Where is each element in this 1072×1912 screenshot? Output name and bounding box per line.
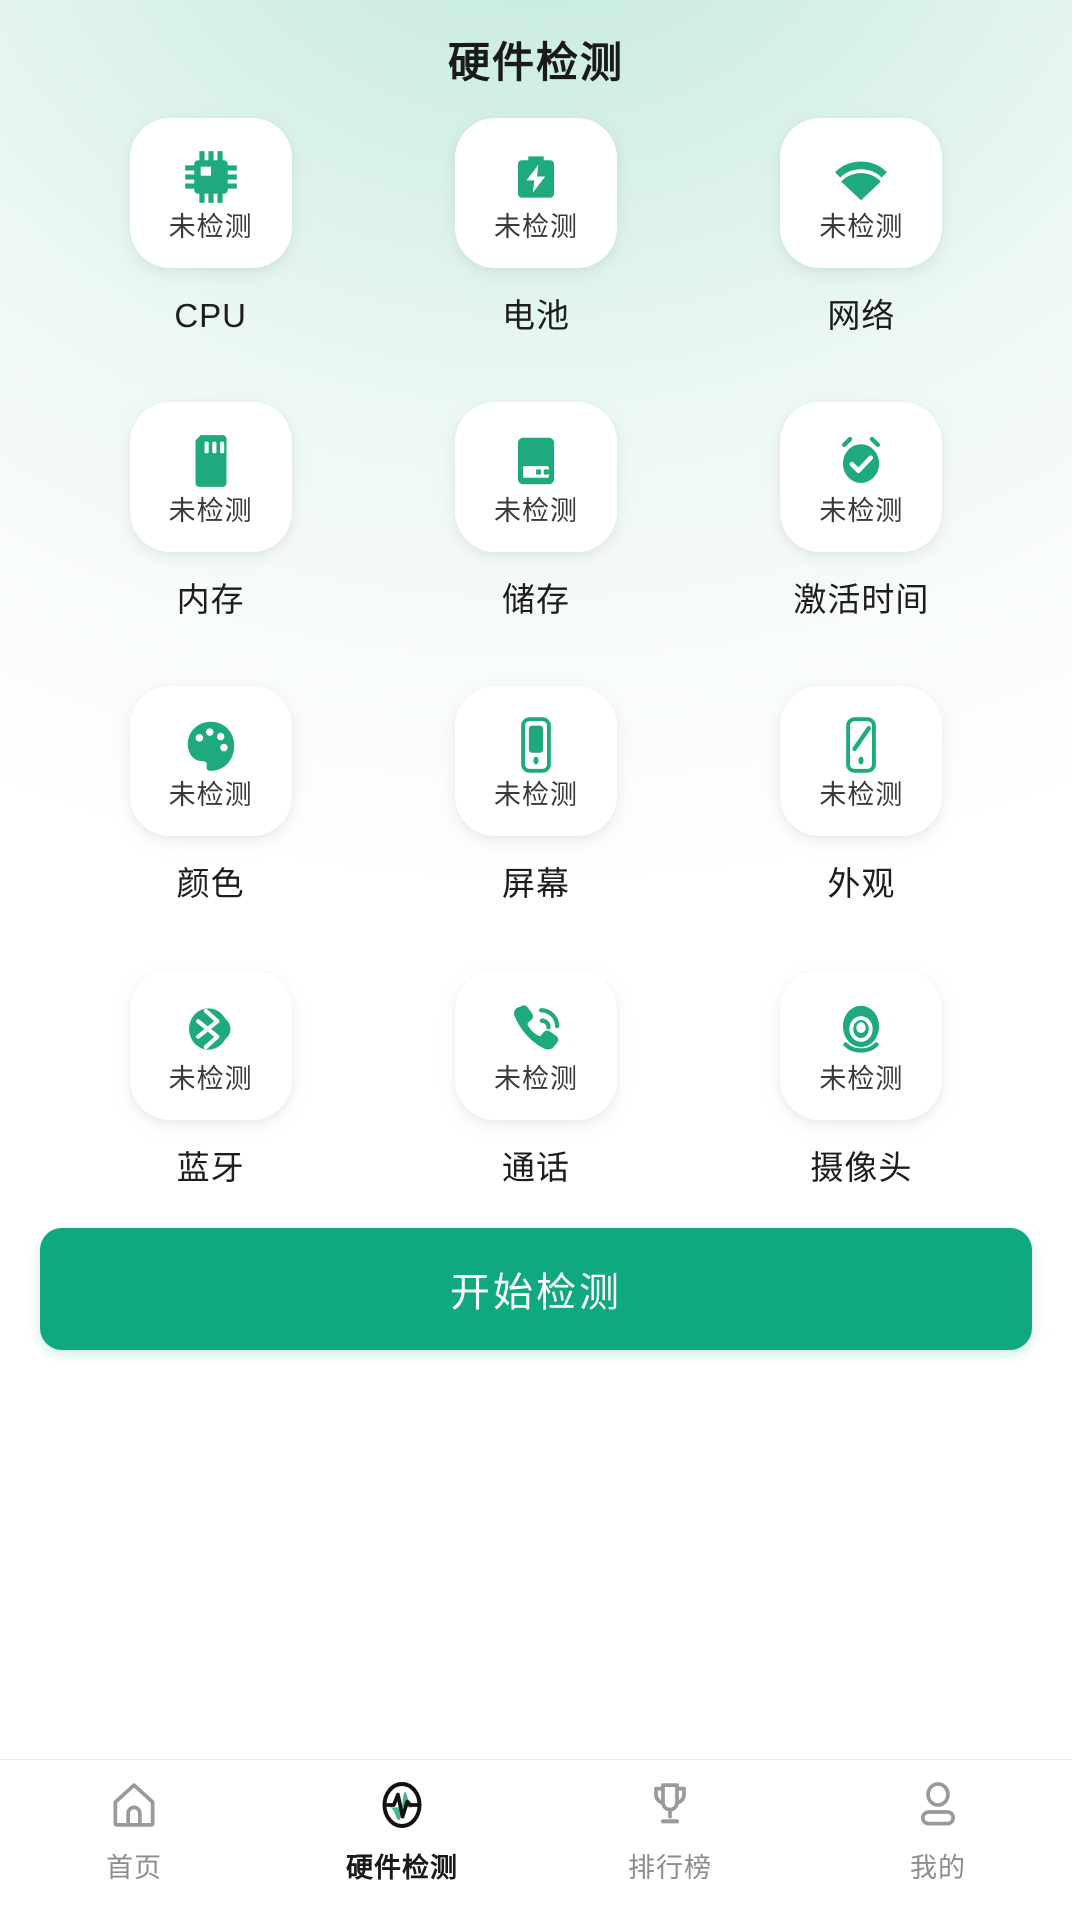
hardware-label: 外观: [827, 865, 896, 902]
alarm-check-icon: [830, 430, 892, 492]
hardware-item-appearance[interactable]: 未检测 外观: [699, 686, 1024, 904]
hardware-status: 未检测: [493, 779, 578, 810]
hardware-card[interactable]: 未检测: [780, 402, 943, 552]
battery-bolt-icon: [505, 146, 567, 208]
hardware-card[interactable]: 未检测: [454, 970, 617, 1120]
hardware-label: 颜色: [176, 865, 245, 902]
hardware-check-grid: 未检测 CPU 未检测 电池 未检测 网络 未检测 内存 未检测 储存 未检测 …: [0, 118, 1072, 1188]
app-screen: 硬件检测 未检测 CPU 未检测 电池 未检测 网络 未检测 内存 未检测 储存…: [0, 0, 1072, 1912]
page-title: 硬件检测: [447, 38, 624, 86]
hardware-item-bluetooth[interactable]: 未检测 蓝牙: [48, 970, 373, 1188]
hardware-label: CPU: [174, 297, 247, 334]
phone-appearance-icon: [830, 714, 892, 776]
hardware-label: 电池: [501, 297, 570, 334]
memory-card-icon: [180, 430, 242, 492]
wifi-icon: [830, 146, 892, 208]
hardware-item-cpu[interactable]: 未检测 CPU: [48, 118, 373, 336]
hardware-card[interactable]: 未检测: [780, 970, 943, 1120]
hardware-status: 未检测: [168, 495, 253, 526]
hardware-label: 储存: [501, 581, 570, 618]
trophy-icon: [639, 1774, 701, 1836]
bluetooth-icon: [180, 998, 242, 1060]
tab-label: 排行榜: [628, 1853, 712, 1883]
hardware-status: 未检测: [493, 1063, 578, 1094]
tab-leaderboard[interactable]: 排行榜: [536, 1774, 804, 1885]
hardware-status: 未检测: [493, 211, 578, 242]
hardware-card[interactable]: 未检测: [454, 118, 617, 268]
hardware-status: 未检测: [819, 495, 904, 526]
tab-home[interactable]: 首页: [0, 1774, 268, 1885]
cpu-chip-icon: [180, 146, 242, 208]
hardware-card[interactable]: 未检测: [129, 686, 292, 836]
hardware-card[interactable]: 未检测: [129, 970, 292, 1120]
tab-label: 我的: [910, 1853, 966, 1883]
hardware-item-battery[interactable]: 未检测 电池: [373, 118, 698, 336]
start-detection-button[interactable]: 开始检测: [40, 1228, 1032, 1350]
hardware-item-color[interactable]: 未检测 颜色: [48, 686, 373, 904]
cta-container: 开始检测: [0, 1188, 1072, 1350]
hardware-label: 网络: [827, 297, 896, 334]
hard-drive-icon: [505, 430, 567, 492]
hardware-card[interactable]: 未检测: [129, 118, 292, 268]
hardware-card[interactable]: 未检测: [129, 402, 292, 552]
hardware-item-call[interactable]: 未检测 通话: [373, 970, 698, 1188]
hardware-item-network[interactable]: 未检测 网络: [699, 118, 1024, 336]
hardware-card[interactable]: 未检测: [454, 686, 617, 836]
tab-label: 首页: [106, 1853, 162, 1883]
hardware-card[interactable]: 未检测: [780, 118, 943, 268]
hardware-item-activation-time[interactable]: 未检测 激活时间: [699, 402, 1024, 620]
hardware-label: 蓝牙: [176, 1149, 245, 1186]
hardware-label: 屏幕: [501, 865, 570, 902]
tab-label: 硬件检测: [346, 1853, 458, 1883]
hardware-item-camera[interactable]: 未检测 摄像头: [699, 970, 1024, 1188]
hardware-status: 未检测: [168, 779, 253, 810]
phone-call-icon: [505, 998, 567, 1060]
bottom-navigation: 首页 硬件检测 排行榜 我的: [0, 1759, 1072, 1912]
hardware-status: 未检测: [819, 779, 904, 810]
tab-profile[interactable]: 我的: [804, 1774, 1072, 1885]
hardware-status: 未检测: [819, 211, 904, 242]
camera-icon: [830, 998, 892, 1060]
hardware-label: 激活时间: [793, 581, 930, 618]
tab-hardware-detection[interactable]: 硬件检测: [268, 1774, 536, 1885]
hardware-card[interactable]: 未检测: [780, 686, 943, 836]
hardware-label: 摄像头: [810, 1149, 913, 1186]
hardware-status: 未检测: [168, 211, 253, 242]
pulse-icon: [371, 1774, 433, 1836]
hardware-item-screen[interactable]: 未检测 屏幕: [373, 686, 698, 904]
palette-icon: [180, 714, 242, 776]
person-icon: [907, 1774, 969, 1836]
page-header: 硬件检测: [0, 0, 1072, 118]
hardware-status: 未检测: [819, 1063, 904, 1094]
home-icon: [103, 1774, 165, 1836]
hardware-label: 内存: [176, 581, 245, 618]
hardware-status: 未检测: [168, 1063, 253, 1094]
hardware-label: 通话: [501, 1149, 570, 1186]
phone-screen-icon: [505, 714, 567, 776]
hardware-item-memory[interactable]: 未检测 内存: [48, 402, 373, 620]
hardware-item-storage[interactable]: 未检测 储存: [373, 402, 698, 620]
hardware-status: 未检测: [493, 495, 578, 526]
hardware-card[interactable]: 未检测: [454, 402, 617, 552]
